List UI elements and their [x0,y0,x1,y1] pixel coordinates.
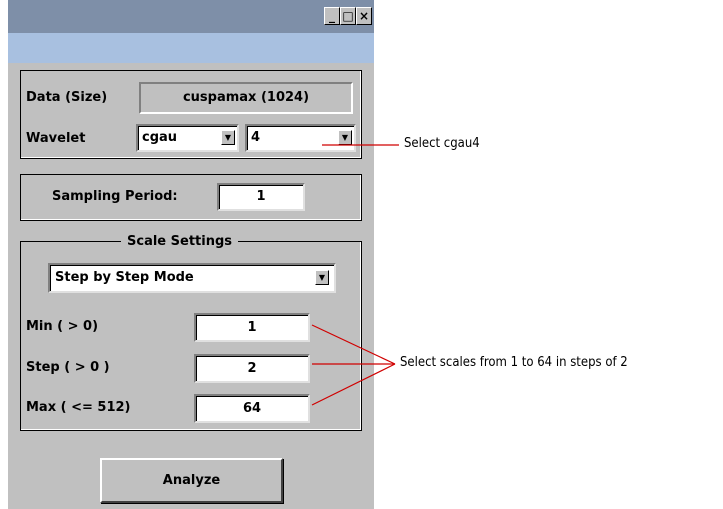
scales-annotation: Select scales from 1 to 64 in steps of 2 [400,355,628,370]
max-callout-line [311,363,396,406]
wavelet-annotation: Select cgau4 [404,136,480,151]
annotation-callouts [311,144,399,406]
min-callout-line [311,324,396,365]
